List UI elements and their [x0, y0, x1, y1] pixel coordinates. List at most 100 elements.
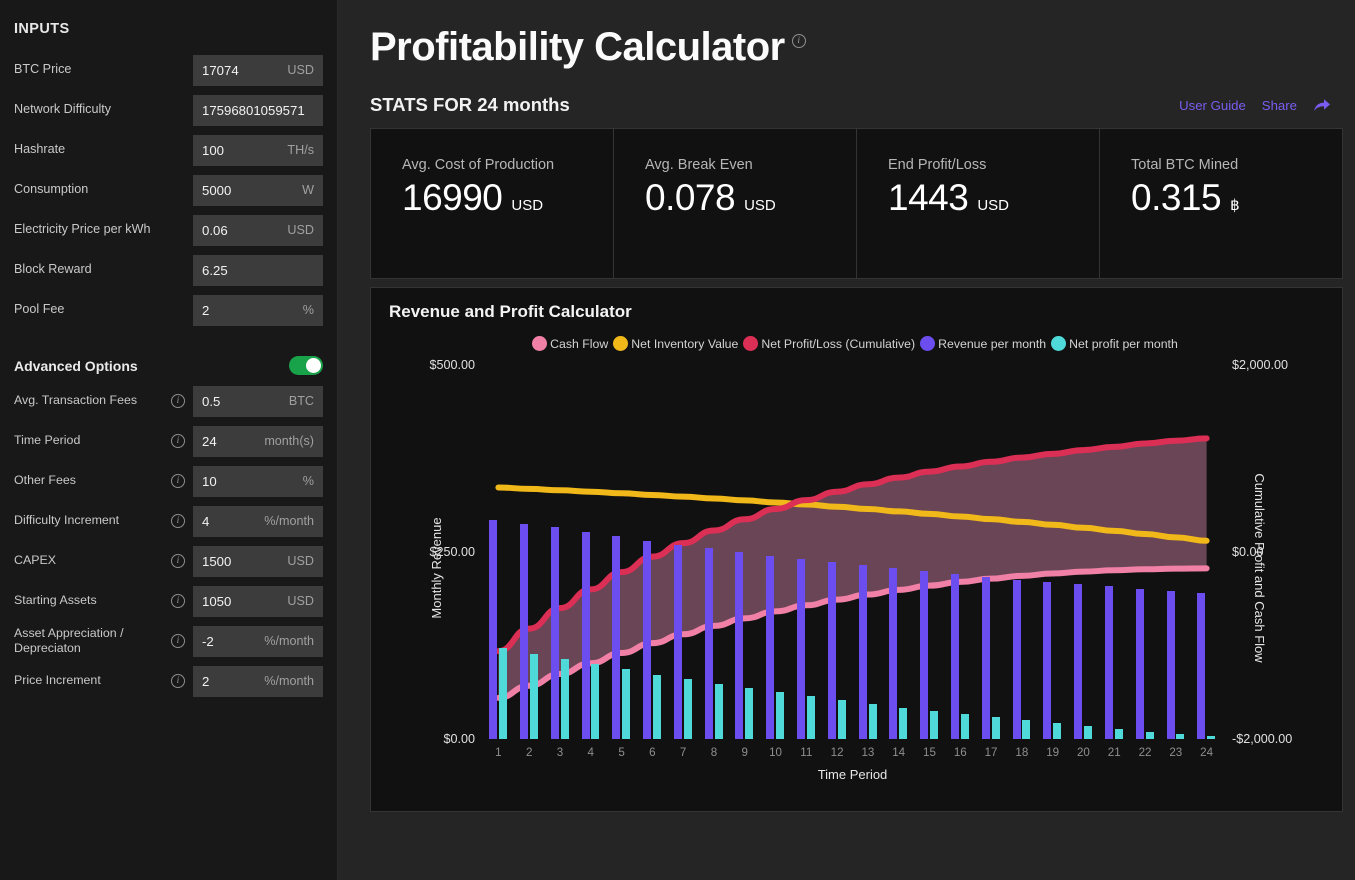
net-profit-bar[interactable] [622, 669, 630, 739]
revenue-bar[interactable] [920, 571, 928, 739]
input-row: Block Reward6.25 [14, 250, 323, 290]
text-input[interactable]: 10% [193, 466, 323, 497]
text-input[interactable]: 0.06USD [193, 215, 323, 246]
legend-item[interactable]: Net Profit/Loss (Cumulative) [743, 336, 915, 351]
input-unit: W [302, 183, 314, 197]
revenue-bar[interactable] [1167, 591, 1175, 739]
info-circle-icon[interactable]: i [171, 594, 185, 608]
revenue-bar[interactable] [489, 520, 497, 739]
input-value: 1500 [202, 554, 287, 569]
net-profit-bar[interactable] [1207, 736, 1215, 739]
net-profit-bar[interactable] [591, 664, 599, 739]
net-profit-bar[interactable] [838, 700, 846, 739]
text-input[interactable]: 100TH/s [193, 135, 323, 166]
header-links: User Guide Share [1179, 97, 1331, 113]
legend-item[interactable]: Net profit per month [1051, 336, 1178, 351]
net-profit-bar[interactable] [1084, 726, 1092, 739]
net-profit-bar[interactable] [1176, 734, 1184, 739]
net-profit-bar[interactable] [1053, 723, 1061, 739]
net-profit-bar[interactable] [992, 717, 1000, 739]
net-profit-bar[interactable] [1115, 729, 1123, 739]
share-link[interactable]: Share [1262, 98, 1297, 113]
net-profit-bar[interactable] [499, 648, 507, 739]
input-unit: % [303, 303, 314, 317]
revenue-bar[interactable] [1136, 589, 1144, 739]
net-profit-bar[interactable] [715, 684, 723, 739]
x-axis-tick: 7 [680, 746, 686, 759]
info-circle-icon[interactable]: i [792, 34, 806, 48]
chart-legend: Cash Flow Net Inventory Value Net Profit/L… [371, 336, 1342, 351]
info-circle-icon[interactable]: i [171, 514, 185, 528]
revenue-bar[interactable] [705, 548, 713, 739]
text-input[interactable]: 2%/month [193, 666, 323, 697]
revenue-bar[interactable] [982, 577, 990, 739]
input-value: 17074 [202, 63, 287, 78]
advanced-options-toggle[interactable] [289, 356, 323, 375]
x-axis-tick: 4 [588, 746, 594, 759]
revenue-bar[interactable] [797, 559, 805, 739]
info-circle-icon[interactable]: i [171, 674, 185, 688]
text-input[interactable]: 0.5BTC [193, 386, 323, 417]
text-input[interactable]: 2% [193, 295, 323, 326]
net-profit-bar[interactable] [653, 675, 661, 739]
net-profit-bar[interactable] [930, 711, 938, 739]
net-profit-bar[interactable] [561, 659, 569, 739]
info-circle-icon[interactable]: i [171, 394, 185, 408]
legend-item[interactable]: Cash Flow [532, 336, 608, 351]
revenue-bar[interactable] [1105, 586, 1113, 739]
user-guide-link[interactable]: User Guide [1179, 98, 1246, 113]
advanced-options-header: Advanced Options [14, 356, 323, 375]
text-input[interactable]: 17596801059571 [193, 95, 323, 126]
net-profit-bar[interactable] [684, 679, 692, 739]
text-input[interactable]: 1500USD [193, 546, 323, 577]
info-circle-icon[interactable]: i [171, 634, 185, 648]
app-root: INPUTS BTC Price17074USDNetwork Difficul… [0, 0, 1355, 880]
net-profit-bar[interactable] [807, 696, 815, 739]
text-input[interactable]: 5000W [193, 175, 323, 206]
net-profit-bar[interactable] [530, 654, 538, 739]
revenue-bar[interactable] [1013, 580, 1021, 739]
revenue-bar[interactable] [643, 541, 651, 739]
legend-item[interactable]: Net Inventory Value [613, 336, 738, 351]
revenue-bar[interactable] [828, 562, 836, 739]
revenue-bar[interactable] [889, 568, 897, 739]
text-input[interactable]: 6.25 [193, 255, 323, 286]
revenue-bar[interactable] [735, 552, 743, 739]
text-input[interactable]: -2%/month [193, 626, 323, 657]
text-input[interactable]: 17074USD [193, 55, 323, 86]
input-value: 100 [202, 143, 287, 158]
input-label: Starting Assets [14, 593, 171, 609]
net-profit-bar[interactable] [961, 714, 969, 739]
input-row: Price Incrementi2%/month [14, 661, 323, 701]
text-input[interactable]: 4%/month [193, 506, 323, 537]
net-profit-bar[interactable] [776, 692, 784, 739]
net-profit-bar[interactable] [745, 688, 753, 739]
info-circle-icon[interactable]: i [171, 434, 185, 448]
revenue-bar[interactable] [582, 532, 590, 739]
revenue-bar[interactable] [951, 574, 959, 739]
net-profit-bar[interactable] [1146, 732, 1154, 739]
share-arrow-icon[interactable] [1313, 97, 1331, 113]
input-row: Avg. Transaction Feesi 0.5BTC [14, 381, 323, 421]
y2-axis-tick: $0.00 [1232, 545, 1264, 559]
revenue-bar[interactable] [1043, 582, 1051, 739]
revenue-bar[interactable] [1197, 593, 1205, 739]
net-profit-bar[interactable] [869, 704, 877, 739]
revenue-bar[interactable] [859, 565, 867, 739]
input-value: -2 [202, 634, 264, 649]
input-label: Avg. Transaction Fees [14, 393, 171, 409]
legend-item[interactable]: Revenue per month [920, 336, 1046, 351]
info-circle-icon[interactable]: i [171, 554, 185, 568]
text-input[interactable]: 1050USD [193, 586, 323, 617]
revenue-bar[interactable] [766, 556, 774, 739]
revenue-bar[interactable] [551, 527, 559, 739]
net-profit-bar[interactable] [899, 708, 907, 739]
revenue-bar[interactable] [1074, 584, 1082, 739]
x-axis-tick: 1 [495, 746, 501, 759]
info-circle-icon[interactable]: i [171, 474, 185, 488]
net-profit-bar[interactable] [1022, 720, 1030, 739]
revenue-bar[interactable] [674, 545, 682, 739]
revenue-bar[interactable] [612, 536, 620, 739]
revenue-bar[interactable] [520, 524, 528, 739]
text-input[interactable]: 24month(s) [193, 426, 323, 457]
